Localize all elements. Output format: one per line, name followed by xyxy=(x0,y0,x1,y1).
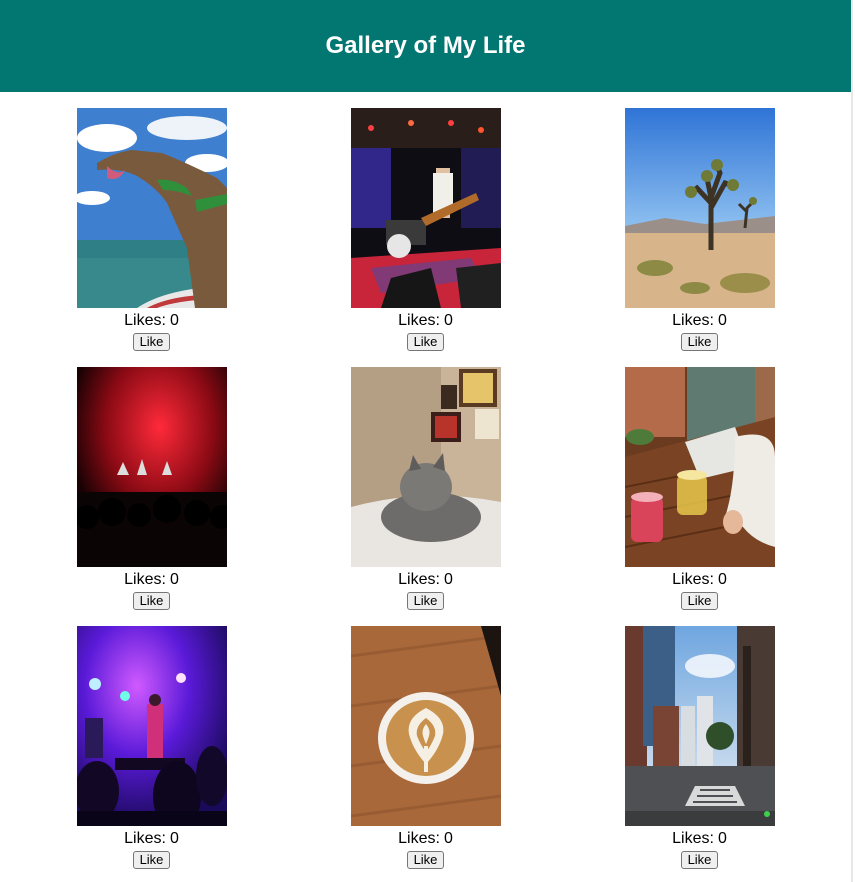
photo-grid: Likes: 0 Like Likes: 0 Like Likes: 0 Lik… xyxy=(0,92,851,882)
like-button[interactable]: Like xyxy=(132,851,171,869)
likes-label: Likes: xyxy=(672,830,714,847)
likes-count: 0 xyxy=(443,571,453,588)
likes-display: Likes: 0 xyxy=(398,830,453,848)
photo-card: Likes: 0 Like xyxy=(15,108,289,367)
photo-band-stage[interactable] xyxy=(350,108,501,308)
photo-card: Likes: 0 Like xyxy=(289,626,563,882)
photo-card: Likes: 0 Like xyxy=(289,367,563,626)
likes-count: 0 xyxy=(717,571,727,588)
photo-red-concert[interactable] xyxy=(76,367,227,567)
likes-display: Likes: 0 xyxy=(124,571,179,589)
like-button[interactable]: Like xyxy=(406,851,445,869)
likes-count: 0 xyxy=(717,312,727,329)
photo-city-street[interactable] xyxy=(624,626,775,826)
photo-latte-art[interactable] xyxy=(350,626,501,826)
likes-label: Likes: xyxy=(124,312,166,329)
likes-count: 0 xyxy=(443,312,453,329)
likes-display: Likes: 0 xyxy=(672,571,727,589)
likes-display: Likes: 0 xyxy=(124,312,179,330)
photo-card: Likes: 0 Like xyxy=(15,367,289,626)
photo-card: Likes: 0 Like xyxy=(563,367,837,626)
like-button[interactable]: Like xyxy=(406,592,445,610)
like-button[interactable]: Like xyxy=(680,851,719,869)
photo-grey-cat[interactable] xyxy=(350,367,501,567)
like-button[interactable]: Like xyxy=(132,333,171,351)
photo-purple-concert[interactable] xyxy=(76,626,227,826)
like-button[interactable]: Like xyxy=(680,592,719,610)
page: Gallery of My Life Likes: 0 Like Likes: … xyxy=(0,0,853,882)
likes-display: Likes: 0 xyxy=(398,312,453,330)
photo-card: Likes: 0 Like xyxy=(15,626,289,882)
likes-count: 0 xyxy=(717,830,727,847)
like-button[interactable]: Like xyxy=(406,333,445,351)
likes-display: Likes: 0 xyxy=(672,312,727,330)
photo-card: Likes: 0 Like xyxy=(289,108,563,367)
like-button[interactable]: Like xyxy=(132,592,171,610)
likes-count: 0 xyxy=(169,830,179,847)
likes-count: 0 xyxy=(169,312,179,329)
likes-label: Likes: xyxy=(398,571,440,588)
likes-display: Likes: 0 xyxy=(672,830,727,848)
header-bar: Gallery of My Life xyxy=(0,0,851,92)
likes-label: Likes: xyxy=(672,312,714,329)
likes-label: Likes: xyxy=(672,571,714,588)
page-title: Gallery of My Life xyxy=(325,32,526,59)
likes-display: Likes: 0 xyxy=(398,571,453,589)
likes-label: Likes: xyxy=(124,571,166,588)
photo-greyhound[interactable] xyxy=(76,108,227,308)
likes-count: 0 xyxy=(169,571,179,588)
likes-count: 0 xyxy=(443,830,453,847)
likes-label: Likes: xyxy=(124,830,166,847)
likes-label: Likes: xyxy=(398,312,440,329)
like-button[interactable]: Like xyxy=(680,333,719,351)
photo-card: Likes: 0 Like xyxy=(563,626,837,882)
photo-drinks-table[interactable] xyxy=(624,367,775,567)
likes-label: Likes: xyxy=(398,830,440,847)
likes-display: Likes: 0 xyxy=(124,830,179,848)
photo-card: Likes: 0 Like xyxy=(563,108,837,367)
photo-joshua-tree[interactable] xyxy=(624,108,775,308)
